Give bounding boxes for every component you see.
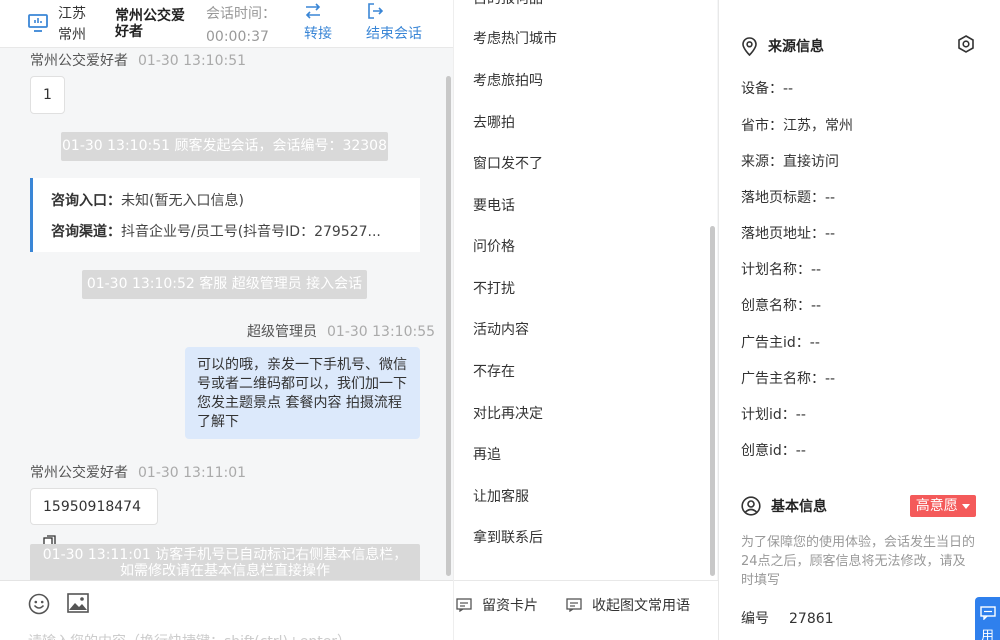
phrase-item[interactable]: 去哪拍 [473, 112, 515, 132]
system-message: 01-30 13:11:01 访客手机号已自动标记右侧基本信息栏， 如需修改请在… [30, 544, 420, 580]
phrase-footer: 留资卡片 收起图文常用语 [454, 580, 718, 640]
lead-card-button[interactable]: 留资卡片 [456, 595, 538, 615]
phrase-item[interactable]: 对比再决定 [473, 403, 543, 423]
floating-chat-button[interactable]: 用 [975, 597, 1000, 640]
message-meta: 常州公交爱好者 01-30 13:11:01 [30, 462, 246, 482]
customer-message: 1 [30, 76, 65, 114]
system-message: 01-30 13:10:52 客服 超级管理员 接入会话 [82, 270, 367, 299]
input-area: 请输入您的内容（换行快捷键：shift(ctrl)+enter） [0, 580, 453, 640]
message-list[interactable]: 常州公交爱好者 01-30 13:10:51 1 01-30 13:10:51 顾… [0, 48, 446, 580]
transfer-label: 转接 [304, 26, 332, 42]
collapse-phrases-button[interactable]: 收起图文常用语 [566, 595, 690, 615]
system-message: 01-30 13:10:51 顾客发起会话，会话编号：32308 [61, 132, 388, 161]
end-session-button[interactable]: 结束会话 [366, 2, 422, 44]
transfer-button[interactable]: 转接 [304, 2, 332, 44]
phrase-item[interactable]: 再追 [473, 444, 501, 464]
message-input[interactable]: 请输入您的内容（换行快捷键：shift(ctrl)+enter） [28, 631, 351, 640]
field-plan-id: 计划id：-- [741, 407, 806, 423]
collapse-phrases-label: 收起图文常用语 [592, 598, 690, 614]
app-root: 江苏 常州 常州公交爱好者 会话时间： 00:00:37 转接 结束会话 常州公… [0, 0, 1000, 640]
customer-phone-message: 15950918474 [30, 488, 158, 548]
field-landing-title: 落地页标题：-- [741, 190, 836, 206]
caret-down-icon [962, 504, 971, 509]
phrase-item[interactable]: 考虑热门城市 [473, 28, 557, 48]
phrase-item[interactable]: 不打扰 [473, 278, 515, 298]
chat-panel: 江苏 常州 常州公交爱好者 会话时间： 00:00:37 转接 结束会话 常州公… [0, 0, 453, 640]
field-landing-url: 落地页地址：-- [741, 226, 836, 242]
field-advertiser-id: 广告主id：-- [741, 335, 820, 351]
intent-level-badge[interactable]: 高意愿 [910, 495, 976, 517]
phrase-item[interactable]: 活动内容 [473, 319, 529, 339]
transfer-icon [305, 3, 321, 19]
session-time-label: 会话时间： [206, 6, 276, 22]
card-icon [456, 598, 472, 612]
message-icon [566, 598, 582, 612]
phrase-item[interactable]: 拿到联系后 [473, 527, 543, 547]
agent-time: 01-30 13:10:55 [327, 324, 436, 340]
chat-bubble-icon [980, 606, 996, 620]
emoji-icon[interactable] [28, 593, 50, 615]
field-source: 来源：直接访问 [741, 154, 839, 170]
phrase-item[interactable]: 问价格 [473, 236, 515, 256]
phrase-item[interactable]: 自的报何品 [473, 0, 543, 8]
channel-row: 咨询渠道：抖音企业号/员工号(抖音号ID：279527... [51, 224, 381, 240]
phrase-item[interactable]: 不存在 [473, 361, 515, 381]
lead-card-label: 留资卡片 [482, 598, 538, 614]
field-advertiser-name: 广告主名称：-- [741, 371, 836, 387]
source-info-title: 来源信息 [741, 36, 824, 56]
customer-location: 江苏 常州 [58, 6, 86, 43]
phrase-item[interactable]: 考虑旅拍吗 [473, 70, 543, 90]
chat-scrollbar[interactable] [446, 76, 451, 576]
field-device: 设备：-- [741, 81, 794, 97]
end-session-label: 结束会话 [366, 26, 422, 42]
session-time-value: 00:00:37 [206, 29, 269, 45]
image-icon[interactable] [67, 593, 89, 613]
monitor-icon [28, 14, 48, 32]
entry-row: 咨询入口：未知(暂无入口信息) [51, 193, 244, 209]
settings-icon[interactable] [956, 34, 976, 54]
field-province-city: 省市：江苏，常州 [741, 118, 853, 134]
message-time: 01-30 13:10:51 [138, 53, 247, 69]
inquiry-entry-card: 咨询入口：未知(暂无入口信息) 咨询渠道：抖音企业号/员工号(抖音号ID：279… [30, 178, 420, 252]
phrase-scrollbar[interactable] [710, 226, 715, 576]
agent-message: 可以的哦，亲发一下手机号、微信号或者二维码都可以，我们加一下您发主题景点 套餐内… [185, 347, 420, 439]
quick-phrase-panel: 自的报何品 考虑热门城市 考虑旅拍吗 去哪拍 窗口发不了 要电话 问价格 不打扰… [453, 0, 718, 640]
chat-header: 江苏 常州 常州公交爱好者 会话时间： 00:00:37 转接 结束会话 [0, 0, 453, 48]
field-creative-id: 创意id：-- [741, 443, 806, 459]
floating-chat-label: 用 [981, 629, 995, 640]
message-meta: 常州公交爱好者 01-30 13:10:51 [30, 50, 246, 70]
customer-name: 常州公交爱好者 [115, 8, 185, 40]
edit-notice: 为了保障您的使用体验，会话发生当日的24点之后，顾客信息将无法修改，请及时填写 [741, 535, 976, 588]
agent-message-meta: 超级管理员 01-30 13:10:55 [247, 321, 435, 341]
message-sender: 常州公交爱好者 [30, 53, 128, 69]
customer-info-panel: 来源信息 设备：-- 省市：江苏，常州 来源：直接访问 落地页标题：-- 落地页… [718, 0, 1000, 640]
field-creative-name: 创意名称：-- [741, 298, 822, 314]
phone-number: 15950918474 [43, 499, 141, 515]
phrase-item[interactable]: 要电话 [473, 195, 515, 215]
location-pin-icon [742, 36, 757, 56]
user-icon [741, 496, 761, 516]
agent-sender: 超级管理员 [247, 324, 317, 340]
field-customer-id: 编号 27861 [741, 611, 834, 627]
message-sender: 常州公交爱好者 [30, 465, 128, 481]
basic-info-title: 基本信息 [741, 496, 827, 516]
field-plan-name: 计划名称：-- [741, 262, 822, 278]
phrase-item[interactable]: 让加客服 [473, 486, 529, 506]
message-time: 01-30 13:11:01 [138, 465, 247, 481]
logout-icon [368, 3, 384, 19]
phrase-item[interactable]: 窗口发不了 [473, 153, 543, 173]
